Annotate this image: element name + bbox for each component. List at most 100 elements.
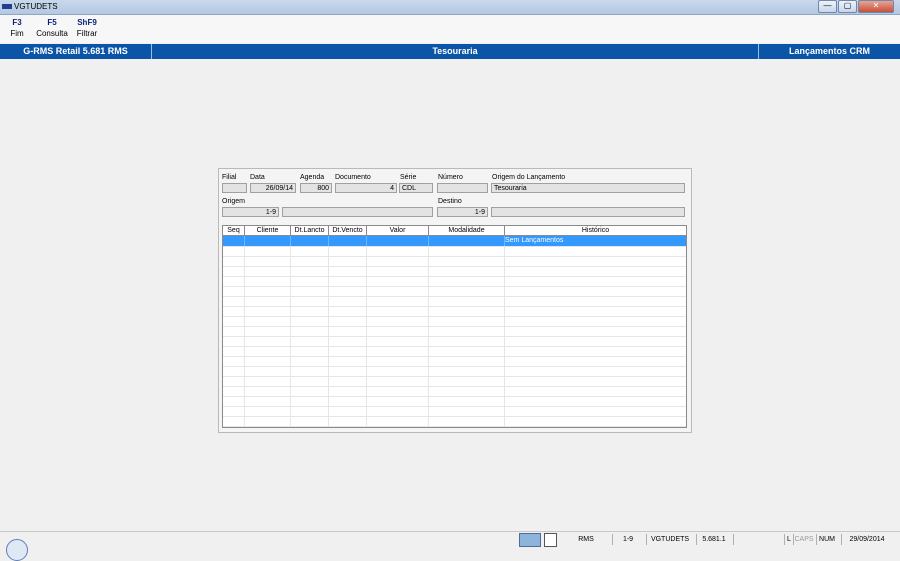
grid-cell-modalidade <box>429 276 505 286</box>
grid-cell-dt-lancto <box>291 396 329 406</box>
window-title: VGTUDETS <box>14 2 58 11</box>
grid-cell-historico <box>505 316 686 326</box>
grid-cell-dt-lancto <box>291 306 329 316</box>
grid-cell-historico <box>505 346 686 356</box>
origem-code-field[interactable]: 1-9 <box>222 207 279 217</box>
grid-cell-cliente <box>245 276 291 286</box>
grid-cell-historico <box>505 386 686 396</box>
grid-cell-historico <box>505 326 686 336</box>
grid-cell-dt-lancto <box>291 276 329 286</box>
grid-cell-valor <box>367 276 429 286</box>
grid-cell-seq <box>223 286 245 296</box>
grid-cell-seq <box>223 236 245 246</box>
grid-cell-valor <box>367 266 429 276</box>
grid-cell-historico <box>505 336 686 346</box>
grid-cell-cliente <box>245 246 291 256</box>
origem-lancamento-field[interactable]: Tesouraria <box>491 183 685 193</box>
origem-description-field[interactable] <box>282 207 433 217</box>
minimize-button[interactable]: — <box>818 0 837 13</box>
grid-cell-valor <box>367 326 429 336</box>
grid-cell-dt-lancto <box>291 236 329 246</box>
status-program: VGTUDETS <box>646 534 693 545</box>
documento-label: Documento <box>335 174 371 181</box>
filial-label: Filial <box>222 174 237 181</box>
grid-cell-dt-vencto <box>329 356 367 366</box>
column-header-modalidade[interactable]: Modalidade <box>429 226 505 235</box>
grid-cell-dt-lancto <box>291 376 329 386</box>
grid-cell-seq <box>223 316 245 326</box>
module-title: Tesouraria <box>152 44 759 59</box>
serie-field[interactable]: CDL <box>399 183 433 193</box>
column-header-dt-lancto[interactable]: Dt.Lancto <box>291 226 329 235</box>
grid-cell-historico <box>505 306 686 316</box>
grid-cell-cliente <box>245 386 291 396</box>
grid-cell-dt-lancto <box>291 286 329 296</box>
column-header-historico[interactable]: Histórico <box>505 226 686 235</box>
serie-label: Série <box>400 174 417 181</box>
grid-cell-historico <box>505 296 686 306</box>
fkey-code: F5 <box>47 18 57 27</box>
grid-cell-dt-vencto <box>329 306 367 316</box>
grid-cell-dt-lancto <box>291 406 329 416</box>
grid-cell-dt-vencto <box>329 326 367 336</box>
grid-cell-valor <box>367 416 429 426</box>
consulta-button[interactable]: F5 Consulta <box>34 18 70 38</box>
grid-cell-historico <box>505 366 686 376</box>
numero-label: Número <box>438 174 463 181</box>
status-filial: 1-9 <box>612 534 643 545</box>
grid-cell-seq <box>223 356 245 366</box>
column-header-valor[interactable]: Valor <box>367 226 429 235</box>
grid-cell-valor <box>367 356 429 366</box>
status-empty <box>733 534 782 545</box>
grid-cell-historico: Sem Lançamentos <box>505 237 564 244</box>
close-button[interactable]: ✕ <box>858 0 894 13</box>
grid-cell-seq <box>223 416 245 426</box>
maximize-button[interactable]: ▢ <box>838 0 857 13</box>
grid-cell-dt-vencto <box>329 316 367 326</box>
column-header-dt-vencto[interactable]: Dt.Vencto <box>329 226 367 235</box>
filial-field[interactable] <box>222 183 247 193</box>
grid-cell-seq <box>223 256 245 266</box>
grid-cell-dt-lancto <box>291 326 329 336</box>
grid-cell-dt-vencto <box>329 416 367 426</box>
grid-cell-dt-vencto <box>329 336 367 346</box>
grid-cell-dt-vencto <box>329 246 367 256</box>
grid-cell-dt-lancto <box>291 266 329 276</box>
agenda-field[interactable]: 800 <box>300 183 332 193</box>
table-row[interactable] <box>223 416 686 427</box>
grid-cell-dt-lancto <box>291 416 329 426</box>
grid-cell-modalidade <box>429 306 505 316</box>
data-field[interactable]: 26/09/14 <box>250 183 296 193</box>
grid-cell-dt-vencto <box>329 346 367 356</box>
grid-cell-modalidade <box>429 366 505 376</box>
grid-cell-historico <box>505 396 686 406</box>
grid-cell-modalidade <box>429 406 505 416</box>
grid-cell-dt-lancto <box>291 386 329 396</box>
status-num: NUM <box>816 534 837 545</box>
grid-cell-cliente <box>245 376 291 386</box>
numero-field[interactable] <box>437 183 488 193</box>
destino-code-field[interactable]: 1-9 <box>437 207 488 217</box>
grid-cell-dt-vencto <box>329 256 367 266</box>
fim-button[interactable]: F3 Fim <box>8 18 26 38</box>
lancamentos-grid[interactable]: Seq Cliente Dt.Lancto Dt.Vencto Valor Mo… <box>222 225 687 428</box>
start-orb-icon[interactable] <box>6 539 28 561</box>
documento-field[interactable]: 4 <box>335 183 397 193</box>
grid-cell-historico <box>505 266 686 276</box>
grid-cell-seq <box>223 246 245 256</box>
fkey-label: Consulta <box>36 29 68 38</box>
status-system: RMS <box>578 536 594 543</box>
grid-cell-valor <box>367 296 429 306</box>
grid-cell-valor <box>367 346 429 356</box>
filtrar-button[interactable]: ShF9 Filtrar <box>74 18 100 38</box>
grid-cell-dt-lancto <box>291 246 329 256</box>
grid-cell-dt-vencto <box>329 406 367 416</box>
column-header-cliente[interactable]: Cliente <box>245 226 291 235</box>
column-header-seq[interactable]: Seq <box>223 226 245 235</box>
grid-cell-dt-vencto <box>329 266 367 276</box>
grid-cell-historico <box>505 416 686 426</box>
grid-cell-modalidade <box>429 386 505 396</box>
destino-description-field[interactable] <box>491 207 685 217</box>
grid-cell-modalidade <box>429 286 505 296</box>
grid-cell-valor <box>367 316 429 326</box>
